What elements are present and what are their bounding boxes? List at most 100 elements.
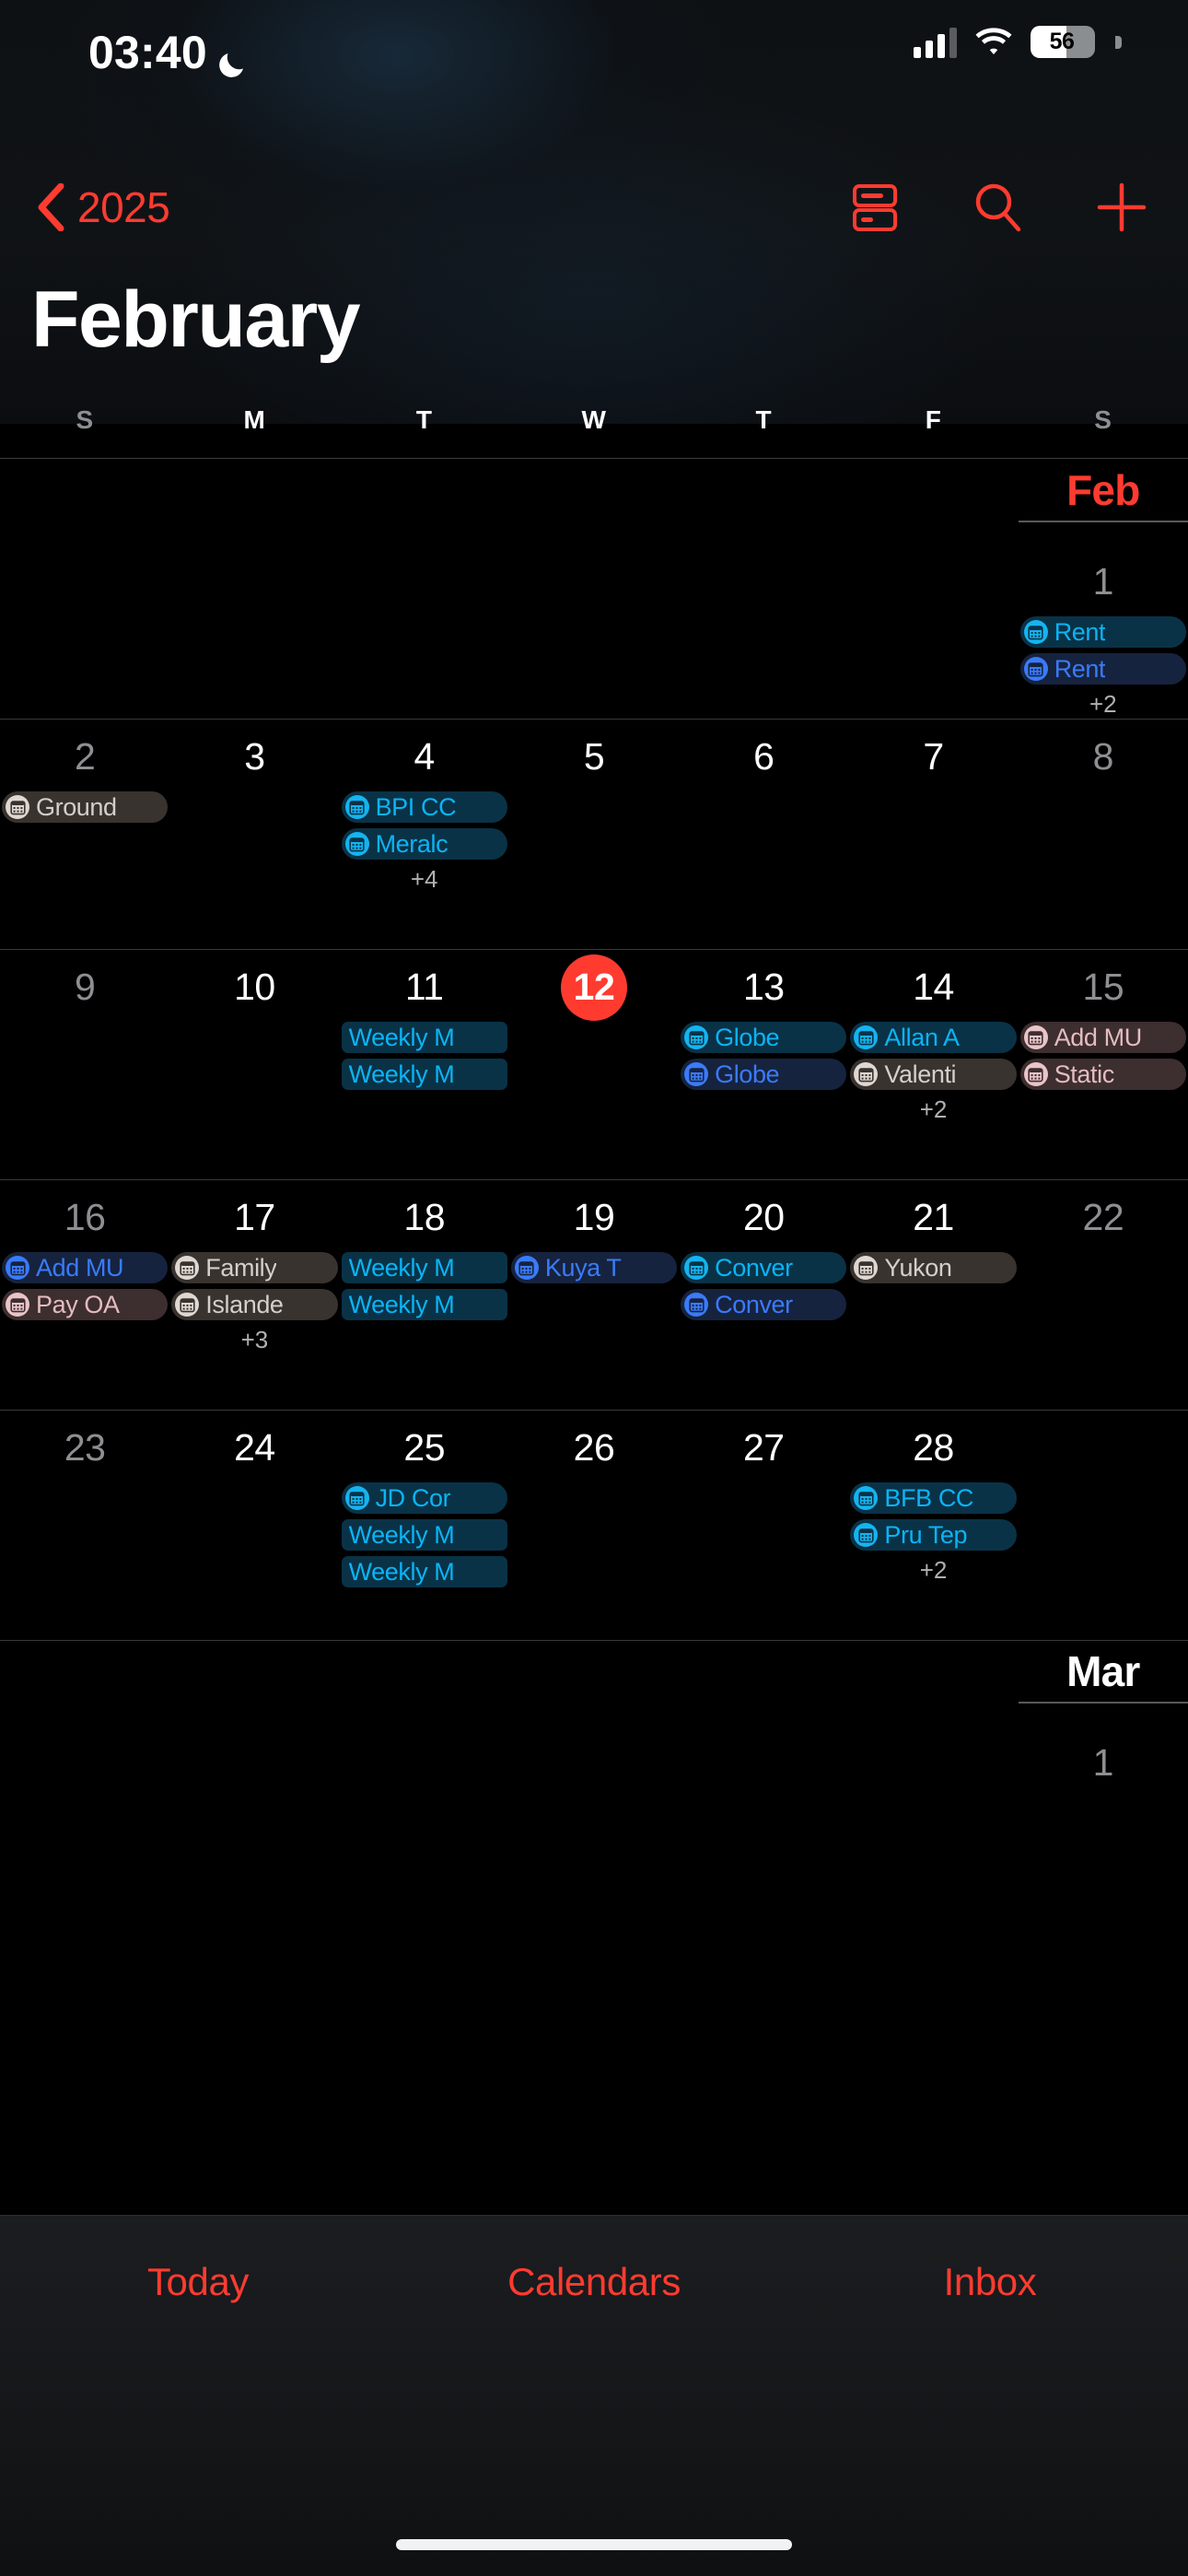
day-number: 17	[234, 1196, 275, 1239]
event-pill[interactable]: Weekly M	[341, 1059, 507, 1090]
day-cell[interactable]: 3	[169, 720, 339, 894]
day-cell[interactable]: 5	[509, 720, 679, 894]
day-cell[interactable]	[340, 544, 509, 719]
event-pill[interactable]: Pay OA	[2, 1289, 169, 1320]
day-cell[interactable]	[679, 1726, 848, 1797]
day-cell[interactable]: 27	[679, 1411, 848, 1593]
event-pill[interactable]: BFB CC	[850, 1482, 1017, 1514]
event-pill[interactable]: Kuya T	[510, 1252, 678, 1283]
day-cell[interactable]: 13 Globe Globe	[679, 950, 848, 1124]
day-number: 28	[913, 1426, 954, 1469]
chevron-left-icon	[37, 182, 64, 232]
event-pill[interactable]: Globe	[681, 1022, 847, 1053]
day-cell[interactable]: 19 Kuya T	[509, 1180, 679, 1354]
more-events-count[interactable]: +4	[342, 865, 507, 894]
day-cell[interactable]	[848, 544, 1018, 719]
event-pill[interactable]: Rent	[1019, 653, 1186, 685]
week-row: 9 10 11 Weekly M Weekly M 12 13 Globe Globe 14 All…	[0, 949, 1188, 1179]
event-pill[interactable]: Ground	[2, 791, 169, 823]
day-cell[interactable]	[0, 544, 169, 719]
event-pill[interactable]: Globe	[681, 1059, 847, 1090]
day-cell[interactable]	[169, 544, 339, 719]
event-pill[interactable]: Allan A	[850, 1022, 1017, 1053]
event-pill[interactable]: Valenti	[850, 1059, 1017, 1090]
day-cell[interactable]: Mar 1	[1018, 1647, 1188, 1797]
calendar-icon	[344, 832, 369, 856]
day-cell[interactable]: 9	[0, 950, 169, 1124]
day-cell[interactable]	[1019, 1411, 1188, 1593]
more-events-count[interactable]: +3	[171, 1326, 337, 1354]
day-cell[interactable]: 8	[1019, 720, 1188, 894]
day-cell[interactable]: 23	[0, 1411, 169, 1593]
day-cell[interactable]	[509, 544, 679, 719]
day-cell[interactable]: 12	[509, 950, 679, 1124]
day-cell[interactable]: 4 BPI CC Meralc +4	[340, 720, 509, 894]
plus-icon[interactable]	[1094, 180, 1149, 235]
event-pill[interactable]: Conver	[681, 1252, 847, 1283]
back-to-year-button[interactable]: 2025	[37, 157, 170, 258]
event-pill[interactable]: Weekly M	[341, 1289, 507, 1320]
inbox-button[interactable]: Inbox	[792, 2260, 1188, 2304]
day-cell[interactable]	[0, 1726, 169, 1797]
event-pill[interactable]: JD Cor	[341, 1482, 507, 1514]
day-cell[interactable]	[169, 1726, 339, 1797]
day-cell[interactable]: 20 Conver Conver	[679, 1180, 848, 1354]
event-pill[interactable]: BPI CC	[341, 791, 507, 823]
day-cell[interactable]: 10	[169, 950, 339, 1124]
event-pill[interactable]: Add MU	[1019, 1022, 1186, 1053]
day-cell[interactable]: 14 Allan A Valenti +2	[848, 950, 1018, 1124]
day-cell[interactable]: 21 Yukon	[848, 1180, 1018, 1354]
calendar-icon	[854, 1062, 879, 1086]
more-events-count[interactable]: +2	[850, 1556, 1016, 1585]
day-cell[interactable]: 26	[509, 1411, 679, 1593]
day-cell[interactable]: 17 Family Islande +3	[169, 1180, 339, 1354]
list-view-icon[interactable]	[847, 180, 903, 235]
event-pill[interactable]: Pru Tep	[850, 1519, 1017, 1551]
month-grid[interactable]: Feb 1 Rent Rent +2 2 Ground 3 4 BPI CC Meralc +4 5 6 7…	[0, 460, 1188, 2215]
day-cell[interactable]	[340, 1726, 509, 1797]
battery-tip	[1115, 35, 1122, 49]
day-cell[interactable]: 24	[169, 1411, 339, 1593]
day-number: 3	[244, 735, 265, 779]
event-pill[interactable]: Conver	[681, 1289, 847, 1320]
day-number: 23	[64, 1426, 106, 1469]
event-pill[interactable]: Islande	[171, 1289, 338, 1320]
event-title: Family	[205, 1254, 277, 1282]
day-cell[interactable]	[679, 544, 848, 719]
day-cell[interactable]: 15 Add MU Static	[1019, 950, 1188, 1124]
day-cell[interactable]: 11 Weekly M Weekly M	[340, 950, 509, 1124]
day-number: 8	[1092, 735, 1114, 779]
event-pill[interactable]: Weekly M	[341, 1556, 507, 1587]
today-button[interactable]: Today	[0, 2260, 396, 2304]
day-cell[interactable]: 2 Ground	[0, 720, 169, 894]
day-cell[interactable]	[509, 1726, 679, 1797]
event-pill[interactable]: Weekly M	[341, 1519, 507, 1551]
more-events-count[interactable]: +2	[850, 1095, 1016, 1124]
calendars-button[interactable]: Calendars	[396, 2260, 792, 2304]
event-pill[interactable]: Rent	[1019, 616, 1186, 648]
day-number: 16	[64, 1196, 106, 1239]
day-cell[interactable]: Feb 1 Rent Rent +2	[1018, 466, 1188, 719]
day-cell[interactable]: 18 Weekly M Weekly M	[340, 1180, 509, 1354]
day-cell[interactable]: 25 JD Cor Weekly M Weekly M	[340, 1411, 509, 1593]
day-number: 4	[413, 735, 436, 779]
crescent-moon-icon	[216, 38, 250, 77]
event-pill[interactable]: Weekly M	[341, 1252, 507, 1283]
day-cell[interactable]	[848, 1726, 1018, 1797]
event-pill[interactable]: Meralc	[341, 828, 507, 860]
day-cell[interactable]: 22	[1019, 1180, 1188, 1354]
event-pill[interactable]: Weekly M	[341, 1022, 507, 1053]
event-pill[interactable]: Family	[171, 1252, 338, 1283]
home-indicator[interactable]	[396, 2539, 792, 2550]
day-cell[interactable]: 16 Add MU Pay OA	[0, 1180, 169, 1354]
day-cell[interactable]: 6	[679, 720, 848, 894]
event-pill[interactable]: Static	[1019, 1059, 1186, 1090]
day-cell[interactable]: 28 BFB CC Pru Tep +2	[848, 1411, 1018, 1593]
more-events-count[interactable]: +2	[1020, 690, 1186, 719]
day-cell[interactable]: 7	[848, 720, 1018, 894]
event-pill[interactable]: Yukon	[850, 1252, 1017, 1283]
day-events: Yukon	[848, 1252, 1018, 1289]
search-icon[interactable]	[971, 180, 1026, 235]
day-number: 25	[403, 1426, 445, 1469]
event-pill[interactable]: Add MU	[2, 1252, 169, 1283]
